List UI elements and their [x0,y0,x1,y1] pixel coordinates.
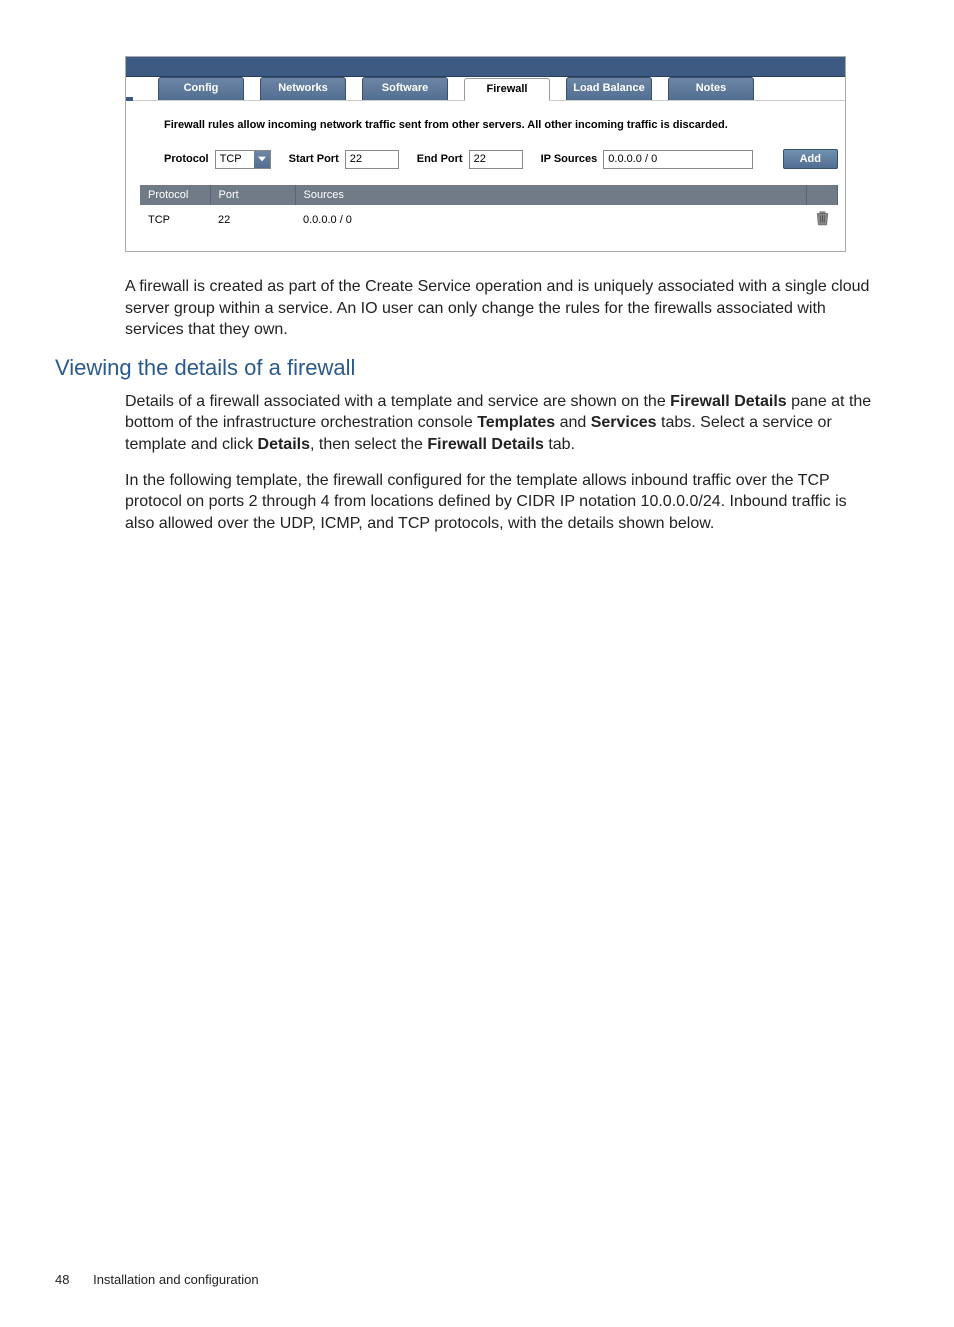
protocol-label: Protocol [164,153,209,165]
paragraph-3: In the following template, the firewall … [125,470,874,535]
section-heading: Viewing the details of a firewall [55,355,874,381]
tabs-row: Config Networks Software Firewall Load B… [126,77,845,101]
rules-table: Protocol Port Sources TCP 22 0.0.0.0 / 0 [140,185,838,234]
paragraph-1: A firewall is created as part of the Cre… [125,276,874,341]
end-port-input[interactable] [469,150,523,169]
firewall-form-row: Protocol TCP Start Port End Port IP Sour… [140,149,838,185]
paragraph-2: Details of a firewall associated with a … [125,391,874,456]
col-sources: Sources [295,185,807,205]
col-protocol: Protocol [140,185,210,205]
window-title-bar [126,57,845,77]
tab-software[interactable]: Software [362,77,448,100]
page-footer: 48 Installation and configuration [55,1272,259,1287]
tab-networks[interactable]: Networks [260,77,346,100]
tab-firewall[interactable]: Firewall [464,78,550,101]
cell-protocol: TCP [140,205,210,234]
firewall-panel: Firewall rules allow incoming network tr… [126,101,845,251]
table-row: TCP 22 0.0.0.0 / 0 [140,205,838,234]
firewall-screenshot: Config Networks Software Firewall Load B… [125,56,846,252]
paragraph-block-2: Details of a firewall associated with a … [125,391,874,535]
tab-load-balance[interactable]: Load Balance [566,77,652,100]
protocol-select[interactable]: TCP [215,150,271,169]
footer-section-title: Installation and configuration [93,1272,259,1287]
chevron-down-icon [254,151,270,168]
ip-sources-input[interactable] [603,150,753,169]
firewall-description: Firewall rules allow incoming network tr… [140,101,838,149]
end-port-label: End Port [417,153,463,165]
trash-icon[interactable] [815,217,830,229]
col-actions [807,185,838,205]
tab-notes[interactable]: Notes [668,77,754,100]
add-button[interactable]: Add [783,149,838,169]
cell-sources: 0.0.0.0 / 0 [295,205,807,234]
protocol-value: TCP [216,151,254,168]
start-port-label: Start Port [289,153,339,165]
cell-port: 22 [210,205,295,234]
col-port: Port [210,185,295,205]
tab-config[interactable]: Config [158,77,244,100]
start-port-input[interactable] [345,150,399,169]
page-number: 48 [55,1272,69,1287]
ip-sources-label: IP Sources [541,153,598,165]
